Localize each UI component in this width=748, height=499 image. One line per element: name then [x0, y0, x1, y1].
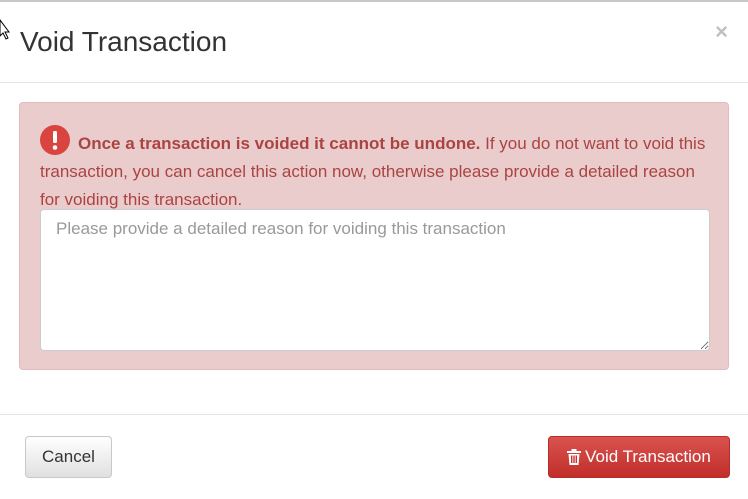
modal-title: Void Transaction: [20, 26, 228, 57]
void-reason-textarea[interactable]: [40, 209, 710, 351]
void-transaction-modal: Void Transaction × Once a transaction is…: [0, 0, 748, 497]
modal-footer: Cancel Void Transaction: [0, 414, 748, 499]
modal-header: Void Transaction ×: [0, 2, 748, 83]
close-button[interactable]: ×: [715, 18, 728, 46]
alert-message: Once a transaction is voided it cannot b…: [40, 125, 710, 214]
void-transaction-button[interactable]: Void Transaction: [548, 436, 730, 478]
cancel-button[interactable]: Cancel: [25, 436, 112, 478]
void-transaction-button-label: Void Transaction: [585, 447, 711, 466]
cancel-button-label: Cancel: [42, 447, 95, 466]
exclamation-circle-icon: [40, 125, 70, 155]
trash-icon: [567, 449, 582, 465]
alert-warning-bold: Once a transaction is voided it cannot b…: [78, 134, 481, 153]
danger-alert: Once a transaction is voided it cannot b…: [19, 102, 729, 370]
